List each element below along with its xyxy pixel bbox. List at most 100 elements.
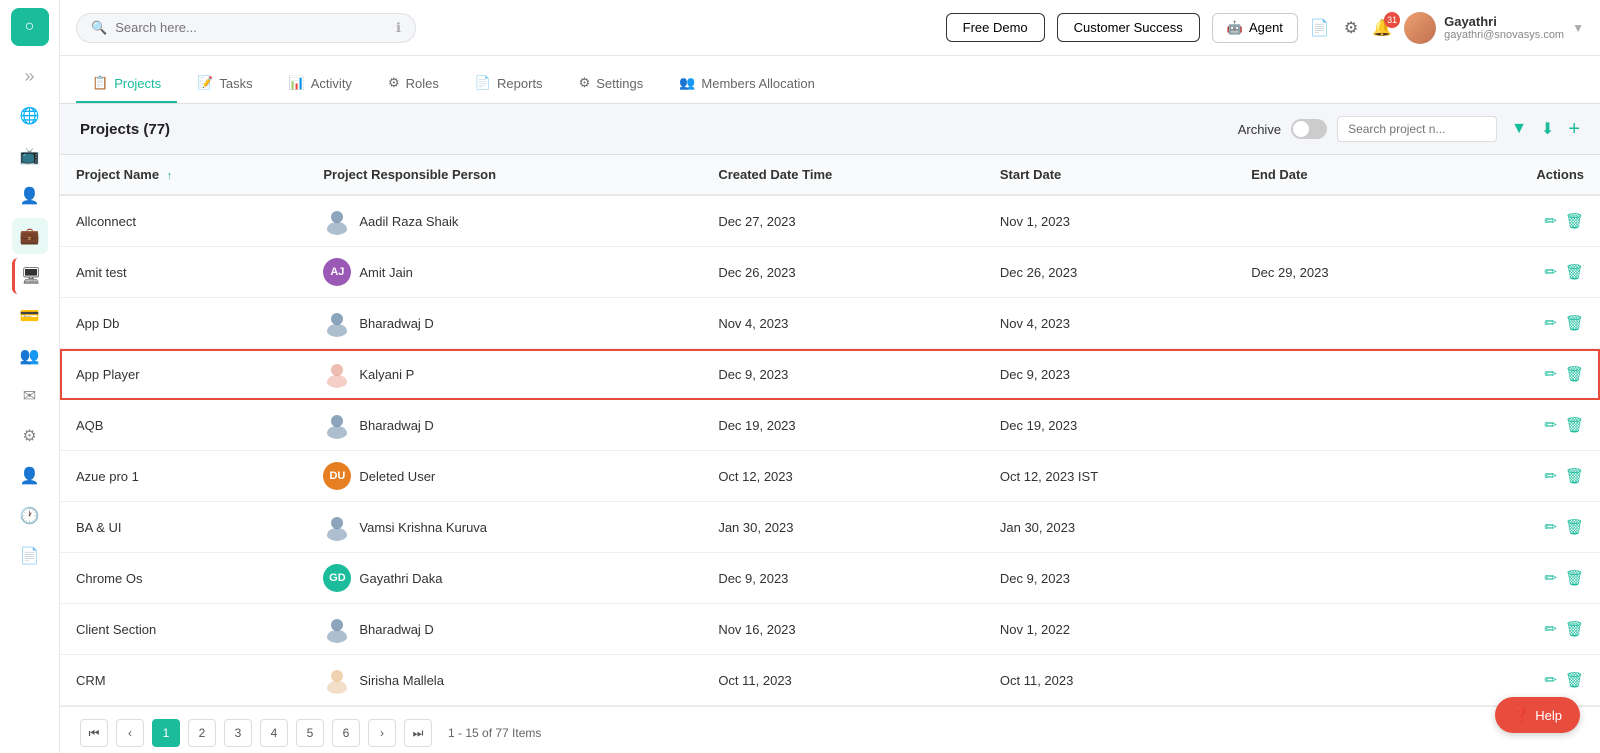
delete-button[interactable]: 🗑 <box>1565 365 1584 383</box>
settings-icon[interactable]: ⚙ <box>1344 18 1358 38</box>
edit-button[interactable]: ✏ <box>1544 671 1557 689</box>
start-date-cell: Nov 4, 2023 <box>984 298 1235 349</box>
created-date-cell: Nov 4, 2023 <box>702 298 984 349</box>
agent-icon: 🤖 <box>1227 20 1243 36</box>
user2-icon[interactable]: 👤 <box>12 458 48 494</box>
edit-button[interactable]: ✏ <box>1544 518 1557 536</box>
info-icon: ℹ <box>396 20 401 36</box>
clock-icon[interactable]: 🕐 <box>12 498 48 534</box>
app-logo[interactable]: ○ <box>11 8 49 46</box>
person-avatar <box>323 411 351 439</box>
actions-cell: ✏ 🗑 <box>1446 400 1600 451</box>
page-1-button[interactable]: 1 <box>152 719 180 747</box>
edit-button[interactable]: ✏ <box>1544 620 1557 638</box>
table-row: Chrome OsGDGayathri DakaDec 9, 2023Dec 9… <box>60 553 1600 604</box>
page-4-button[interactable]: 4 <box>260 719 288 747</box>
edit-button[interactable]: ✏ <box>1544 365 1557 383</box>
delete-button[interactable]: 🗑 <box>1565 416 1584 434</box>
actions-cell: ✏ 🗑 <box>1446 349 1600 400</box>
delete-button[interactable]: 🗑 <box>1565 212 1584 230</box>
edit-button[interactable]: ✏ <box>1544 314 1557 332</box>
person-icon[interactable]: 👤 <box>12 178 48 214</box>
search-input[interactable] <box>115 20 388 35</box>
project-name-cell: Amit test <box>60 247 307 298</box>
delete-button[interactable]: 🗑 <box>1565 518 1584 536</box>
user-menu[interactable]: Gayathri gayathri@snovasys.com ▼ <box>1404 12 1584 44</box>
archive-toggle[interactable] <box>1291 119 1327 139</box>
end-date-cell <box>1235 553 1446 604</box>
responsible-cell: DUDeleted User <box>307 451 702 502</box>
start-date-cell: Dec 9, 2023 <box>984 553 1235 604</box>
person-avatar <box>323 309 351 337</box>
tab-reports[interactable]: 📄 Reports <box>459 65 559 103</box>
first-page-button[interactable]: ⏮ <box>80 719 108 747</box>
actions-cell: ✏ 🗑 <box>1446 298 1600 349</box>
agent-button[interactable]: 🤖 Agent <box>1212 13 1298 43</box>
filter-icon[interactable]: ▼ <box>1511 120 1527 138</box>
table-row: CRMSirisha MallelaOct 11, 2023Oct 11, 20… <box>60 655 1600 706</box>
gear-icon[interactable]: ⚙ <box>12 418 48 454</box>
col-end: End Date <box>1235 155 1446 195</box>
responsible-name: Bharadwaj D <box>359 622 433 637</box>
desktop-icon[interactable]: 🖥 <box>12 258 48 294</box>
col-actions: Actions <box>1446 155 1600 195</box>
download-icon[interactable]: ⬇ <box>1541 119 1554 139</box>
help-button[interactable]: ❓ Help <box>1495 697 1580 733</box>
edit-button[interactable]: ✏ <box>1544 416 1557 434</box>
delete-button[interactable]: 🗑 <box>1565 263 1584 281</box>
main-content: 🔍 ℹ Free Demo Customer Success 🤖 Agent 📄… <box>60 0 1600 753</box>
group-icon[interactable]: 👥 <box>12 338 48 374</box>
customer-success-button[interactable]: Customer Success <box>1057 13 1200 42</box>
tab-roles[interactable]: ⚙ Roles <box>372 65 455 103</box>
tab-activity[interactable]: 📊 Activity <box>273 65 368 103</box>
briefcase-icon[interactable]: 💼 <box>12 218 48 254</box>
responsible-name: Amit Jain <box>359 265 412 280</box>
free-demo-button[interactable]: Free Demo <box>946 13 1045 42</box>
edit-button[interactable]: ✏ <box>1544 467 1557 485</box>
globe-icon[interactable]: 🌐 <box>12 98 48 134</box>
page-5-button[interactable]: 5 <box>296 719 324 747</box>
page-6-button[interactable]: 6 <box>332 719 360 747</box>
expand-icon[interactable]: » <box>12 58 48 94</box>
table-row: Amit testAJAmit JainDec 26, 2023Dec 26, … <box>60 247 1600 298</box>
card-icon[interactable]: 💳 <box>12 298 48 334</box>
end-date-cell <box>1235 604 1446 655</box>
monitor-icon[interactable]: 📺 <box>12 138 48 174</box>
delete-button[interactable]: 🗑 <box>1565 620 1584 638</box>
document-icon[interactable]: 📄 <box>1310 18 1330 38</box>
delete-button[interactable]: 🗑 <box>1565 569 1584 587</box>
tab-settings[interactable]: ⚙ Settings <box>563 65 660 103</box>
doc-icon[interactable]: 📄 <box>12 538 48 574</box>
delete-button[interactable]: 🗑 <box>1565 314 1584 332</box>
actions-cell: ✏ 🗑 <box>1446 247 1600 298</box>
topbar: 🔍 ℹ Free Demo Customer Success 🤖 Agent 📄… <box>60 0 1600 56</box>
delete-button[interactable]: 🗑 <box>1565 671 1584 689</box>
topbar-icons: 📄 ⚙ 🔔 31 <box>1310 18 1392 38</box>
tab-tasks[interactable]: 📝 Tasks <box>181 65 268 103</box>
page-2-button[interactable]: 2 <box>188 719 216 747</box>
add-project-button[interactable]: + <box>1568 118 1580 141</box>
responsible-name: Deleted User <box>359 469 435 484</box>
page-3-button[interactable]: 3 <box>224 719 252 747</box>
next-page-button[interactable]: › <box>368 719 396 747</box>
tab-members[interactable]: 👥 Members Allocation <box>663 65 831 103</box>
edit-button[interactable]: ✏ <box>1544 212 1557 230</box>
search-bar[interactable]: 🔍 ℹ <box>76 13 416 43</box>
end-date-cell <box>1235 298 1446 349</box>
mail-icon[interactable]: ✉ <box>12 378 48 414</box>
delete-button[interactable]: 🗑 <box>1565 467 1584 485</box>
edit-button[interactable]: ✏ <box>1544 569 1557 587</box>
responsible-cell: AJAmit Jain <box>307 247 702 298</box>
col-project-name[interactable]: Project Name ↑ <box>60 155 307 195</box>
actions-cell: ✏ 🗑 <box>1446 195 1600 247</box>
project-search-input[interactable] <box>1337 116 1497 142</box>
person-avatar <box>323 360 351 388</box>
notification-icon[interactable]: 🔔 31 <box>1372 18 1392 38</box>
table-row: AQBBharadwaj DDec 19, 2023Dec 19, 2023 ✏… <box>60 400 1600 451</box>
edit-button[interactable]: ✏ <box>1544 263 1557 281</box>
tab-projects[interactable]: 📋 Projects <box>76 65 177 103</box>
prev-page-button[interactable]: ‹ <box>116 719 144 747</box>
start-date-cell: Jan 30, 2023 <box>984 502 1235 553</box>
user-name: Gayathri <box>1444 14 1564 29</box>
last-page-button[interactable]: ⏭ <box>404 719 432 747</box>
